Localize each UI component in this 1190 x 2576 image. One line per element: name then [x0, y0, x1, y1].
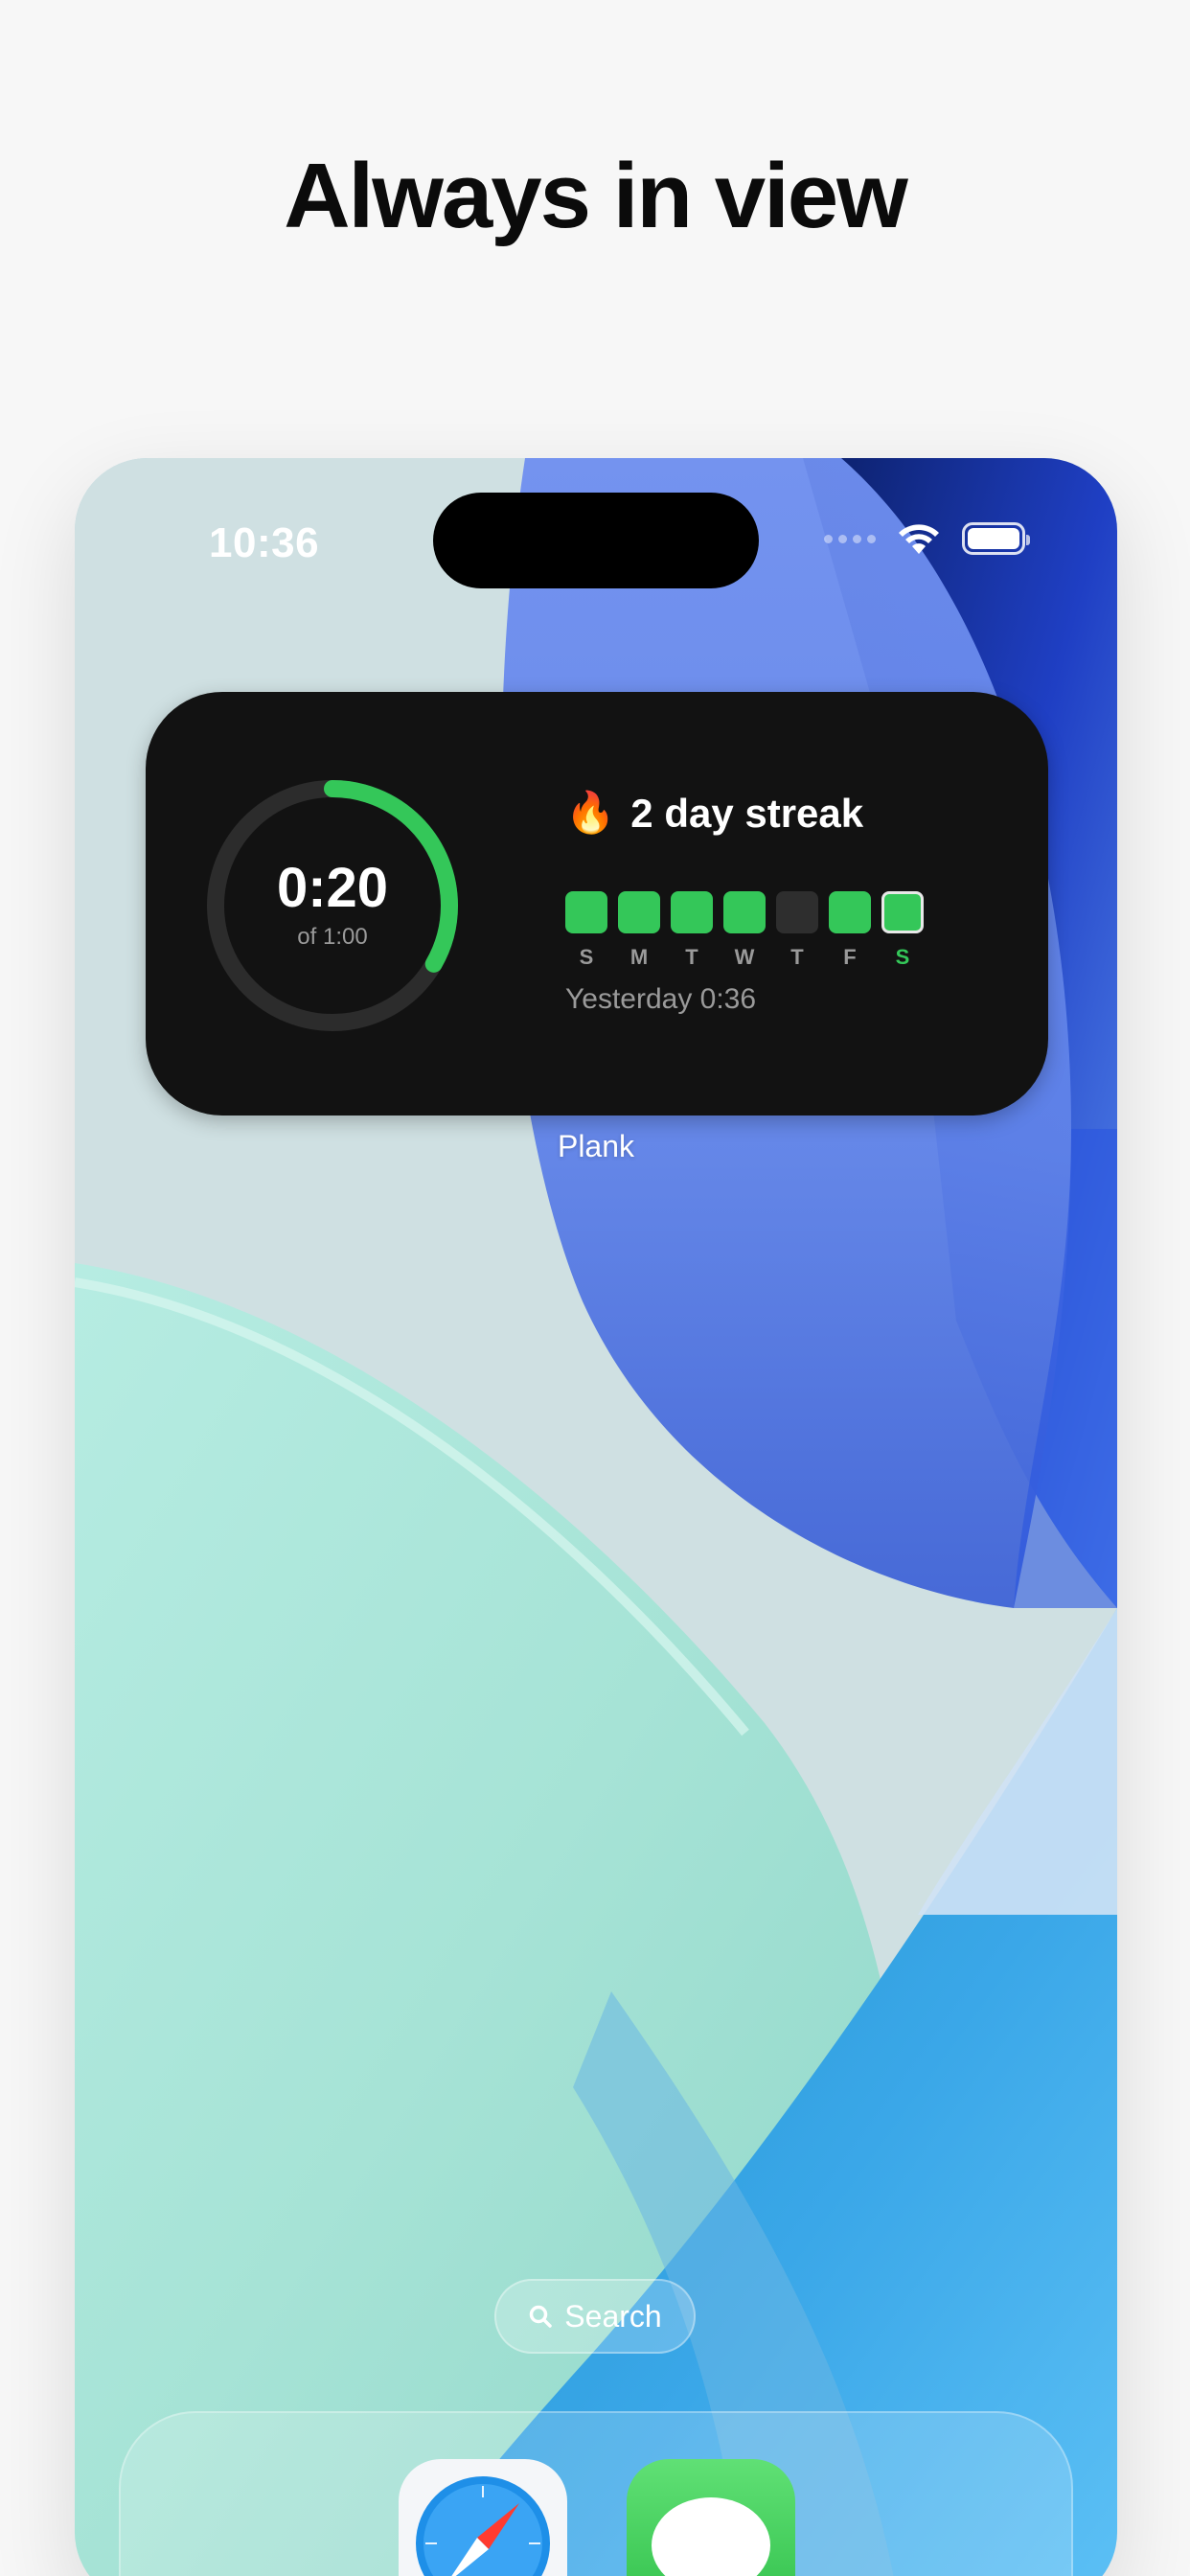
search-button[interactable]: Search	[494, 2279, 696, 2354]
widget-label: Plank	[557, 1129, 635, 1163]
streak-heading: 🔥 2 day streak	[565, 790, 863, 837]
week-streak-grid: SMTWTFS	[565, 891, 924, 970]
day-cell: S	[565, 891, 607, 970]
day-label: T	[685, 945, 698, 969]
signal-dots-icon	[824, 534, 876, 543]
timer-readout: 0:20 of 1:00	[203, 776, 462, 1035]
dynamic-island	[433, 493, 759, 588]
day-completed-box	[829, 891, 871, 933]
day-cell: T	[776, 891, 818, 970]
day-cell: S	[881, 891, 924, 970]
day-label: W	[734, 945, 755, 969]
day-cell: W	[723, 891, 766, 970]
streak-title: 2 day streak	[630, 790, 864, 836]
fire-icon: 🔥	[565, 790, 616, 835]
page-headline: Always in view	[284, 145, 908, 247]
yesterday-time: Yesterday 0:36	[565, 983, 757, 1015]
day-missed-box	[776, 891, 818, 933]
day-completed-box	[881, 891, 924, 933]
day-cell: T	[671, 891, 713, 970]
day-completed-box	[723, 891, 766, 933]
dock	[119, 2411, 1073, 2576]
battery-icon	[962, 522, 1030, 555]
timer-ring: 0:20 of 1:00	[203, 776, 462, 1035]
dock-app-safari[interactable]	[399, 2459, 567, 2576]
compass-icon	[416, 2476, 550, 2576]
day-cell: M	[618, 891, 660, 970]
day-label: S	[579, 945, 594, 969]
timer-elapsed: 0:20	[276, 857, 389, 919]
timer-goal: of 1:00	[297, 924, 368, 950]
day-cell: F	[829, 891, 871, 970]
day-completed-box	[671, 891, 713, 933]
search-label: Search	[564, 2298, 662, 2334]
plank-widget[interactable]: 0:20 of 1:00 🔥 2 day streak S M T W T F S Yest…	[146, 692, 1048, 1116]
day-label: M	[629, 945, 649, 969]
day-label: F	[843, 945, 857, 969]
status-icons	[824, 521, 1030, 556]
status-time: 10:36	[209, 519, 320, 566]
day-completed-box	[565, 891, 607, 933]
phone-screen: 10:36 0:20 of 1:00 🔥 2 day streak S M T …	[75, 458, 1117, 2576]
day-completed-box	[618, 891, 660, 933]
day-label: T	[790, 945, 804, 969]
wifi-icon	[899, 524, 939, 554]
message-bubble-icon	[652, 2497, 770, 2576]
dock-app-messages[interactable]	[627, 2459, 795, 2576]
day-label: S	[895, 945, 910, 969]
search-icon	[530, 2305, 553, 2328]
